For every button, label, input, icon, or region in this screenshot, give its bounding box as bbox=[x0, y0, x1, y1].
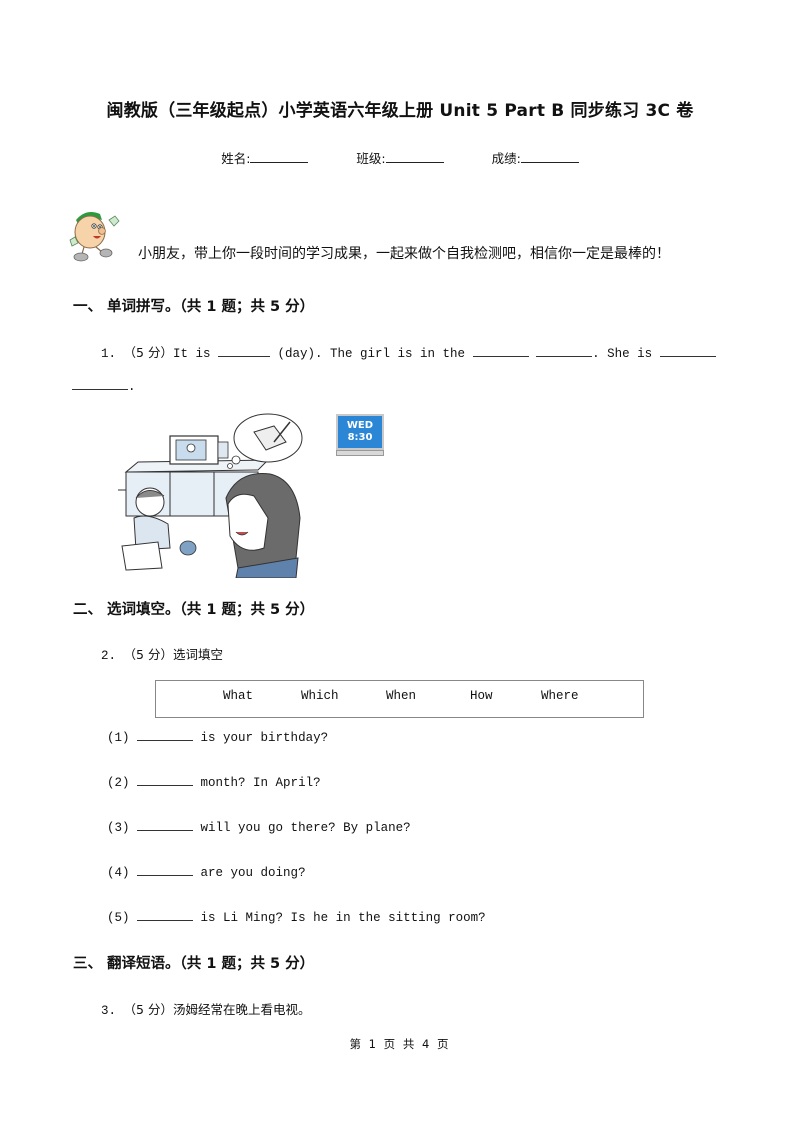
score-field[interactable]: 成绩: bbox=[492, 148, 579, 167]
question-2-score: （5 分） bbox=[123, 647, 173, 662]
question-1-end-period: . bbox=[128, 380, 136, 394]
word-bank-item: When bbox=[386, 689, 417, 703]
page-number: 第 1 页 共 4 页 bbox=[349, 1037, 451, 1051]
question-1-text-c: She is bbox=[607, 347, 653, 361]
word-bank-item: How bbox=[470, 689, 493, 703]
answer-blank-1[interactable] bbox=[218, 345, 270, 357]
intro-text: 小朋友，带上你一段时间的学习成果，一起来做个自我检测吧，相信你一定是最棒的！ bbox=[138, 246, 670, 262]
sub-question-blank[interactable] bbox=[137, 729, 194, 741]
student-info-row: 姓名: 班级: 成绩: bbox=[0, 148, 800, 167]
question-1-text-b: (day). The girl is in the bbox=[277, 347, 466, 361]
sub-question-2: (2) month? In April? bbox=[107, 774, 321, 790]
question-1-period: . bbox=[592, 347, 600, 361]
class-field[interactable]: 班级: bbox=[356, 148, 444, 167]
sub-question-label: (1) bbox=[107, 731, 130, 745]
document-title: 闽教版（三年级起点）小学英语六年级上册 Unit 5 Part B 同步练习 3… bbox=[106, 101, 694, 121]
sub-question-text: month? In April? bbox=[200, 776, 321, 790]
word-bank-item: What bbox=[223, 689, 254, 703]
sub-question-blank[interactable] bbox=[137, 774, 194, 786]
question-1: 1. （5 分）It is (day). The girl is in the … bbox=[101, 342, 731, 361]
sub-question-label: (3) bbox=[107, 821, 130, 835]
sub-question-3: (3) will you go there? By plane? bbox=[107, 819, 411, 835]
word-bank-item: Where bbox=[541, 689, 579, 703]
score-label: 成绩: bbox=[491, 151, 521, 166]
cartoon-mascot-icon bbox=[64, 206, 132, 264]
word-bank-box: What Which When How Where bbox=[155, 680, 644, 718]
sub-question-blank[interactable] bbox=[137, 864, 194, 876]
question-3-prompt: 汤姆经常在晚上看电视。 bbox=[172, 1002, 311, 1017]
sub-question-1: (1) is your birthday? bbox=[107, 729, 328, 745]
answer-blank-3[interactable] bbox=[536, 345, 593, 357]
answer-blank-2[interactable] bbox=[472, 345, 529, 357]
sub-question-4: (4) are you doing? bbox=[107, 864, 306, 880]
name-blank[interactable] bbox=[250, 150, 309, 163]
sub-question-text: are you doing? bbox=[200, 866, 306, 880]
clock-base bbox=[336, 450, 384, 456]
sub-question-blank[interactable] bbox=[137, 819, 194, 831]
question-2-number: 2. bbox=[101, 649, 117, 663]
section-3-heading: 三、 翻译短语。（共 1 题；共 5 分） bbox=[73, 956, 315, 972]
score-blank[interactable] bbox=[520, 150, 579, 163]
question-1-text-a: It is bbox=[172, 347, 211, 361]
sub-question-blank[interactable] bbox=[137, 909, 194, 921]
section-2-heading: 二、 选词填空。（共 1 题；共 5 分） bbox=[73, 602, 315, 618]
question-3-number: 3. bbox=[101, 1004, 117, 1018]
word-bank-item: Which bbox=[301, 689, 339, 703]
question-1-number: 1. bbox=[101, 347, 117, 361]
clock-time: 8:30 bbox=[347, 432, 373, 443]
question-3-score: （5 分） bbox=[123, 1002, 173, 1017]
sub-question-text: is your birthday? bbox=[200, 731, 329, 745]
sub-question-label: (2) bbox=[107, 776, 130, 790]
section-1-heading: 一、 单词拼写。（共 1 题；共 5 分） bbox=[73, 299, 315, 315]
digital-clock: WED 8:30 bbox=[336, 414, 384, 450]
sub-question-text: will you go there? By plane? bbox=[200, 821, 411, 835]
name-field[interactable]: 姓名: bbox=[221, 148, 309, 167]
sub-question-label: (4) bbox=[107, 866, 130, 880]
name-label: 姓名: bbox=[221, 151, 251, 166]
class-blank[interactable] bbox=[385, 150, 444, 163]
question-3: 3. （5 分）汤姆经常在晚上看电视。 bbox=[101, 999, 310, 1018]
answer-blank-5[interactable] bbox=[72, 378, 128, 390]
question-2-prompt: 选词填空 bbox=[172, 647, 223, 662]
clock-day: WED bbox=[346, 420, 374, 431]
question-1-continued: . bbox=[72, 378, 136, 394]
sub-question-text: is Li Ming? Is he in the sitting room? bbox=[200, 911, 486, 925]
question-2: 2. （5 分）选词填空 bbox=[101, 644, 223, 663]
sub-question-5: (5) is Li Ming? Is he in the sitting roo… bbox=[107, 909, 486, 925]
class-label: 班级: bbox=[356, 151, 386, 166]
question-1-illustration: WED 8:30 bbox=[118, 408, 393, 579]
answer-blank-4[interactable] bbox=[659, 345, 716, 357]
sub-question-label: (5) bbox=[107, 911, 130, 925]
question-1-score: （5 分） bbox=[123, 345, 173, 360]
